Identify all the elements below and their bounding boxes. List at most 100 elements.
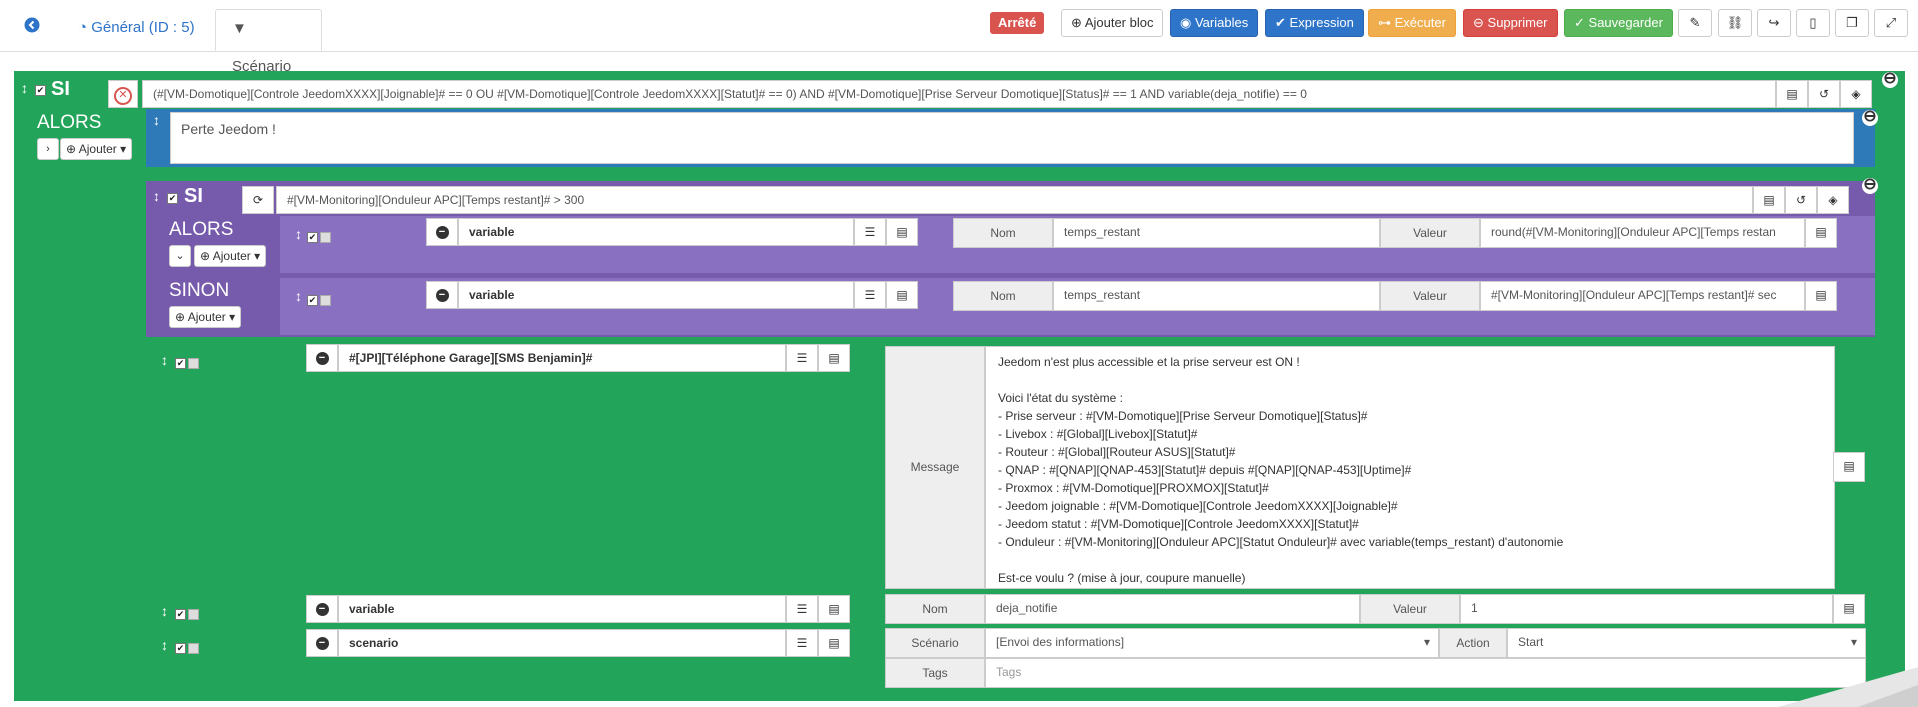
- delete-button[interactable]: ⊖ Supprimer: [1463, 9, 1558, 37]
- message-textarea[interactable]: Jeedom n'est plus accessible et la prise…: [985, 346, 1835, 589]
- file-icon[interactable]: ▯: [1796, 9, 1830, 37]
- action-cmd-input[interactable]: variable: [458, 218, 854, 246]
- name-input[interactable]: temps_restant: [1053, 218, 1380, 248]
- minus-circle-icon: ⊖: [1473, 15, 1484, 30]
- drag-handle-icon[interactable]: ↕: [295, 288, 302, 304]
- list-icon[interactable]: ☰: [854, 218, 886, 246]
- cube-icon[interactable]: ◈: [1817, 186, 1849, 214]
- enable-checkbox[interactable]: ✔: [175, 643, 186, 654]
- parallel-checkbox[interactable]: [188, 609, 199, 620]
- chevron-down-icon[interactable]: ⌄: [169, 245, 191, 267]
- list-icon[interactable]: ▤: [1776, 80, 1808, 108]
- parallel-checkbox[interactable]: [188, 643, 199, 654]
- remove-action-button[interactable]: −: [306, 595, 338, 623]
- tab-scenario[interactable]: ▼ Scénario: [215, 9, 322, 75]
- cube-icon[interactable]: ◈: [1840, 80, 1872, 108]
- drag-handle-icon[interactable]: ↕: [153, 188, 160, 204]
- enable-checkbox[interactable]: ✔: [307, 232, 318, 243]
- parallel-checkbox[interactable]: [320, 295, 331, 306]
- list-icon[interactable]: ☰: [786, 629, 818, 657]
- save-button[interactable]: ✓ Sauvegarder: [1564, 9, 1673, 37]
- remove-block-icon[interactable]: ⊖: [1882, 71, 1898, 88]
- action-cmd-input[interactable]: variable: [338, 595, 786, 623]
- list-alt-icon[interactable]: ▤: [818, 344, 850, 372]
- condition-input[interactable]: #[VM-Monitoring][Onduleur APC][Temps res…: [276, 186, 1753, 214]
- list-alt-icon[interactable]: ▤: [1805, 281, 1837, 311]
- history-icon[interactable]: ↺: [1785, 186, 1817, 214]
- remove-action-button[interactable]: −: [426, 281, 458, 309]
- message-line: - Onduleur : #[VM-Monitoring][Onduleur A…: [998, 535, 1564, 549]
- remove-action-button[interactable]: −: [306, 344, 338, 372]
- execute-button[interactable]: ⊶ Exécuter: [1368, 9, 1456, 37]
- list-alt-icon[interactable]: ▤: [1805, 218, 1837, 248]
- remove-block-icon[interactable]: ⊖: [1862, 177, 1878, 194]
- plus-circle-icon: ⊕: [66, 142, 77, 156]
- message-line: - Jeedom statut : #[VM-Domotique][Contro…: [998, 517, 1359, 531]
- name-input[interactable]: deja_notifie: [985, 594, 1360, 624]
- message-textarea[interactable]: Perte Jeedom !: [170, 112, 1854, 164]
- action-select[interactable]: Start ▾: [1507, 628, 1866, 658]
- chevron-right-icon[interactable]: ›: [37, 138, 59, 160]
- drag-handle-icon[interactable]: ↕: [295, 226, 302, 242]
- add-dropdown-button[interactable]: ⊕ Ajouter ▾: [169, 306, 242, 328]
- action-cmd-input[interactable]: variable: [458, 281, 854, 309]
- list-alt-icon[interactable]: ▤: [1833, 452, 1865, 482]
- check-circle-icon: ✓: [1574, 15, 1585, 30]
- list-alt-icon[interactable]: ▤: [818, 629, 850, 657]
- expression-button[interactable]: ✔ Expression: [1265, 9, 1364, 37]
- enable-checkbox[interactable]: ✔: [167, 193, 178, 204]
- remove-action-button[interactable]: −: [306, 629, 338, 657]
- ban-icon: ✕: [114, 87, 132, 105]
- share-icon[interactable]: ↪: [1757, 9, 1791, 37]
- drag-handle-icon[interactable]: ↕: [161, 352, 168, 368]
- list-icon[interactable]: ☰: [786, 344, 818, 372]
- link-icon[interactable]: ⛓: [1718, 9, 1752, 37]
- drag-handle-icon[interactable]: ↕: [161, 637, 168, 653]
- minus-circle-icon: −: [315, 637, 329, 650]
- list-alt-icon[interactable]: ▤: [886, 218, 918, 246]
- remove-action-button[interactable]: −: [426, 218, 458, 246]
- copy-icon[interactable]: ❐: [1835, 9, 1869, 37]
- disable-condition-button[interactable]: ✕: [108, 80, 138, 108]
- list-icon[interactable]: ☰: [786, 595, 818, 623]
- enable-checkbox[interactable]: ✔: [175, 358, 186, 369]
- plus-circle-icon: ⊕: [1071, 15, 1082, 30]
- edit-icon[interactable]: ✎: [1678, 9, 1712, 37]
- condition-input[interactable]: (#[VM-Domotique][Controle JeedomXXXX][Jo…: [142, 80, 1776, 108]
- drag-handle-icon[interactable]: ↕: [21, 80, 28, 96]
- value-addon: Valeur: [1380, 281, 1480, 311]
- list-alt-icon[interactable]: ▤: [886, 281, 918, 309]
- plus-circle-icon: ⊕: [200, 249, 211, 263]
- list-alt-icon[interactable]: ▤: [1833, 594, 1865, 624]
- enable-checkbox[interactable]: ✔: [175, 609, 186, 620]
- enable-checkbox[interactable]: ✔: [35, 85, 46, 96]
- value-input[interactable]: #[VM-Monitoring][Onduleur APC][Temps res…: [1480, 281, 1805, 311]
- enable-checkbox[interactable]: ✔: [307, 295, 318, 306]
- drag-handle-icon[interactable]: ↕: [153, 112, 160, 128]
- message-addon: Message: [885, 346, 985, 589]
- add-dropdown-button[interactable]: ⊕ Ajouter ▾: [60, 138, 133, 160]
- tab-general[interactable]: ◔ Général (ID : 5): [62, 9, 211, 51]
- drag-handle-icon[interactable]: ↕: [161, 603, 168, 619]
- add-dropdown-button[interactable]: ⊕ Ajouter ▾: [194, 245, 267, 267]
- add-block-button[interactable]: ⊕ Ajouter bloc: [1061, 9, 1164, 37]
- list-icon[interactable]: ▤: [1753, 186, 1785, 214]
- name-input[interactable]: temps_restant: [1053, 281, 1380, 311]
- list-icon[interactable]: ☰: [854, 281, 886, 309]
- parallel-checkbox[interactable]: [188, 358, 199, 369]
- value-input[interactable]: round(#[VM-Monitoring][Onduleur APC][Tem…: [1480, 218, 1805, 248]
- watermark-graphic: [1778, 667, 1918, 707]
- remove-block-icon[interactable]: ⊖: [1862, 109, 1878, 126]
- fullscreen-icon[interactable]: ⤢: [1874, 9, 1908, 37]
- refresh-icon[interactable]: ⟳: [242, 186, 274, 214]
- variables-button[interactable]: ◉ Variables: [1170, 9, 1259, 37]
- back-arrow-icon[interactable]: [24, 17, 48, 41]
- scenario-select[interactable]: [Envoi des informations] ▾: [985, 628, 1439, 658]
- action-cmd-input[interactable]: #[JPI][Téléphone Garage][SMS Benjamin]#: [338, 344, 786, 372]
- parallel-checkbox[interactable]: [320, 232, 331, 243]
- history-icon[interactable]: ↺: [1808, 80, 1840, 108]
- value-input[interactable]: 1: [1460, 594, 1833, 624]
- action-cmd-input[interactable]: scenario: [338, 629, 786, 657]
- list-alt-icon[interactable]: ▤: [818, 595, 850, 623]
- caret-down-icon: ▾: [1850, 635, 1857, 649]
